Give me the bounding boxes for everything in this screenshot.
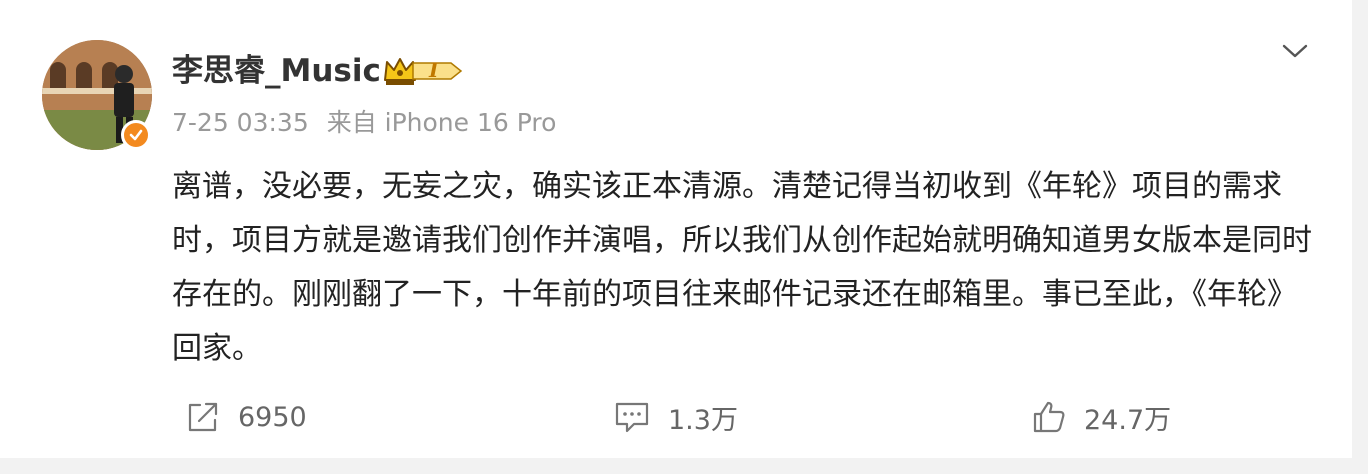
like-button[interactable]: 24.7万 bbox=[1032, 392, 1171, 442]
post-meta: 7-25 03:35 来自 iPhone 16 Pro bbox=[172, 106, 556, 140]
comment-button[interactable]: 1.3万 bbox=[614, 392, 738, 442]
comment-count: 1.3万 bbox=[668, 404, 738, 436]
like-count: 24.7万 bbox=[1084, 404, 1172, 436]
thumbs-up-icon bbox=[1033, 401, 1065, 433]
comment-icon bbox=[615, 402, 649, 433]
repost-count: 6950 bbox=[238, 401, 307, 433]
repost-button[interactable]: 6950 bbox=[186, 392, 307, 442]
verified-badge-icon bbox=[121, 120, 151, 150]
username[interactable]: 李思睿_Music bbox=[172, 48, 381, 94]
post-card: 李思睿_Music I 7-25 03:35 来自 iPhone 16 Pro … bbox=[0, 0, 1352, 458]
post-source: 来自 iPhone 16 Pro bbox=[326, 108, 557, 137]
post-timestamp[interactable]: 7-25 03:35 bbox=[172, 108, 309, 137]
vip-level: I bbox=[429, 58, 439, 82]
repost-icon bbox=[188, 402, 218, 432]
chevron-down-icon[interactable] bbox=[1280, 36, 1310, 66]
vip-badge[interactable]: I bbox=[383, 54, 465, 88]
action-bar: 6950 1.3万 24.7万 bbox=[0, 392, 1352, 442]
post-content: 离谱，没必要，无妄之灾，确实该正本清源。清楚记得当初收到《年轮》项目的需求时，项… bbox=[172, 169, 1312, 366]
